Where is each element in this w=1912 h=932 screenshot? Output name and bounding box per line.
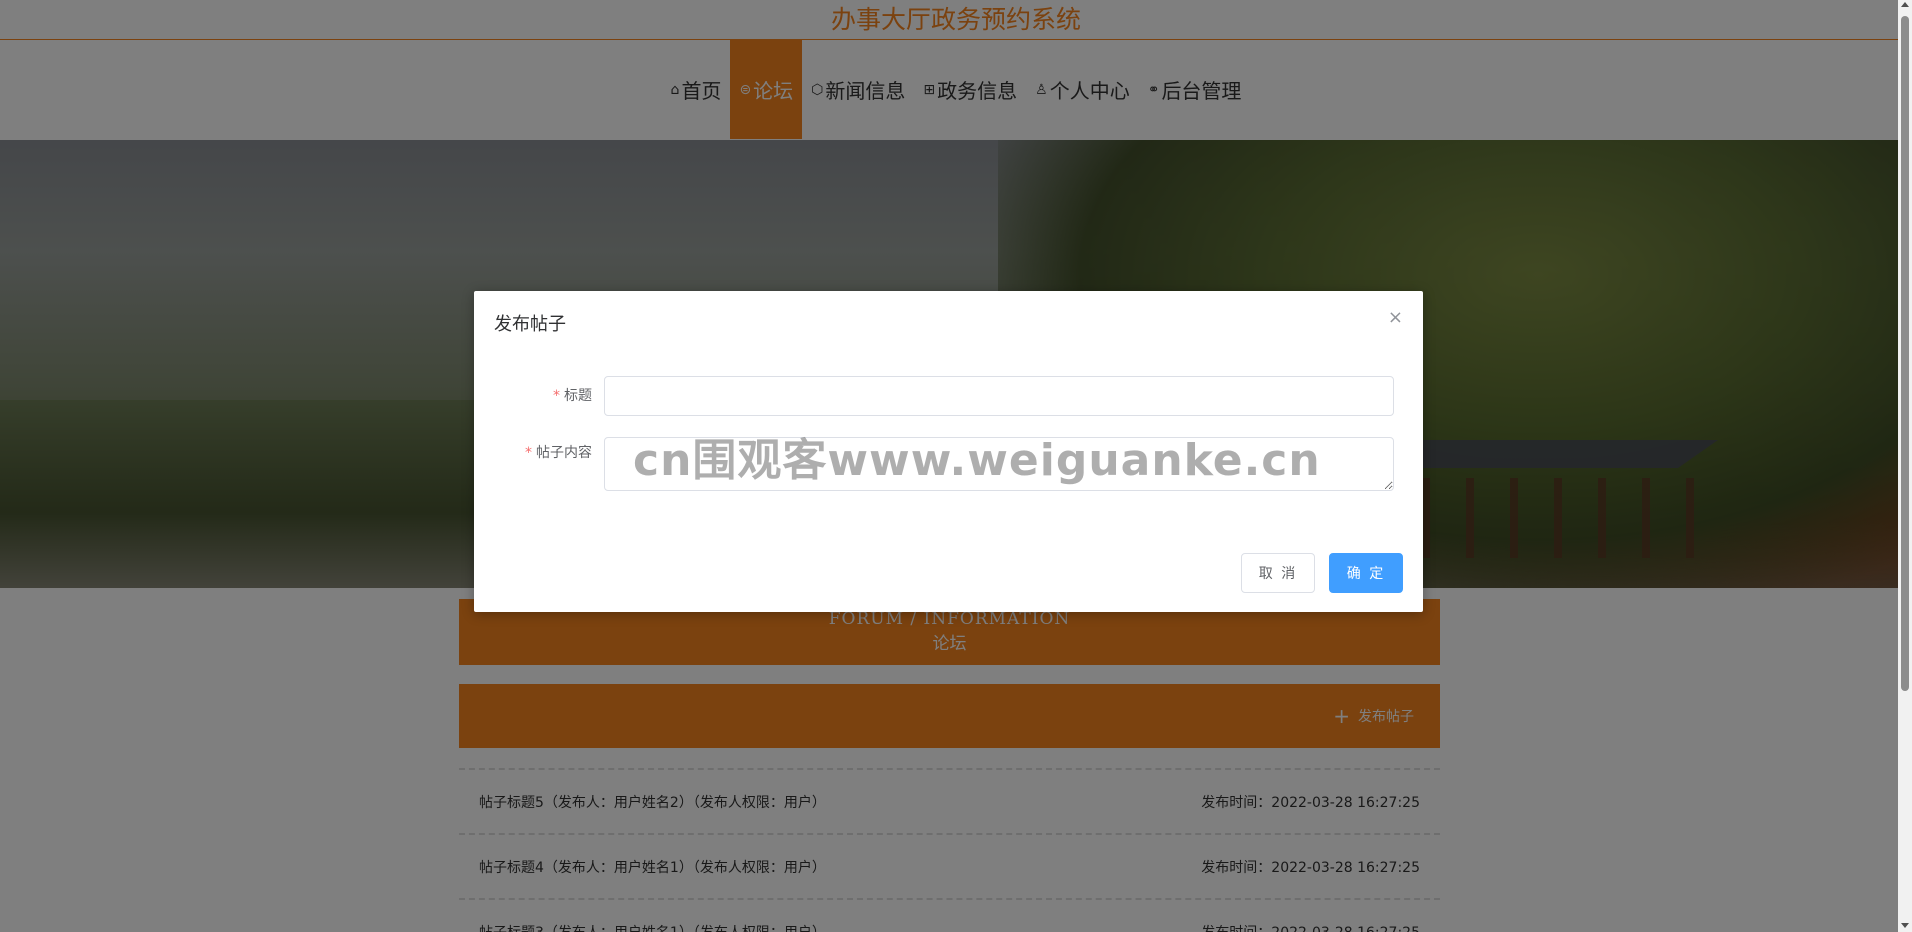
title-label: * 标题 <box>553 388 592 404</box>
close-icon[interactable]: × <box>1388 307 1403 328</box>
content-textarea[interactable] <box>604 437 1394 491</box>
cancel-button[interactable]: 取 消 <box>1241 553 1315 593</box>
required-mark: * <box>525 445 532 461</box>
page-scrollbar[interactable] <box>1898 0 1912 932</box>
confirm-button[interactable]: 确 定 <box>1329 553 1403 593</box>
content-label: * 帖子内容 <box>525 445 592 461</box>
required-mark: * <box>553 388 560 404</box>
content-form-row: * 帖子内容 <box>474 437 1394 491</box>
scroll-up-arrow-icon[interactable] <box>1901 2 1909 7</box>
title-form-row: * 标题 <box>474 376 1394 416</box>
new-post-dialog: 发布帖子 × * 标题 * 帖子内容 取 消 确 定 <box>474 291 1423 612</box>
title-input[interactable] <box>604 376 1394 416</box>
scroll-down-arrow-icon[interactable] <box>1901 923 1909 928</box>
dialog-title: 发布帖子 <box>494 314 566 335</box>
scrollbar-thumb[interactable] <box>1901 16 1909 691</box>
